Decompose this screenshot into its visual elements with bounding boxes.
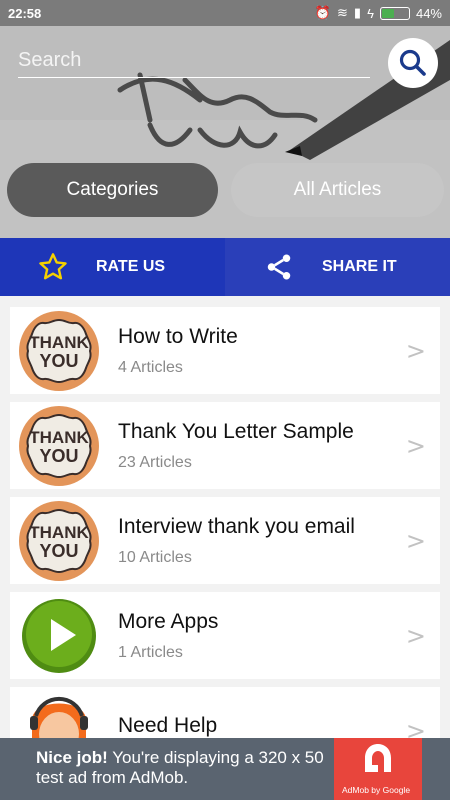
list-item-count: 1 Articles: [118, 643, 183, 661]
charging-icon: ϟ: [367, 5, 374, 21]
search-icon: [399, 49, 426, 76]
list-item-title: More Apps: [118, 609, 219, 633]
chevron-right-icon: >: [405, 337, 426, 365]
admob-logo: AdMob by Google: [334, 738, 422, 800]
chevron-right-icon: >: [405, 622, 426, 650]
list-item-count: 4 Articles: [118, 358, 183, 376]
search-input[interactable]: [18, 44, 370, 76]
rate-us-label: RATE US: [96, 258, 166, 275]
list-item-title: Thank You Letter Sample: [118, 419, 354, 443]
alarm-icon: ⏰: [314, 5, 332, 20]
ad-headline: Nice job!: [36, 748, 108, 767]
thank-you-badge-icon: THANK YOU: [16, 308, 102, 394]
action-bar: RATE US SHARE IT: [0, 238, 450, 296]
signal-icon: ▮: [353, 5, 362, 20]
search-field[interactable]: [18, 44, 370, 78]
battery-percent: 44%: [415, 5, 442, 21]
star-icon: [36, 250, 70, 284]
tab-categories[interactable]: Categories: [7, 163, 218, 217]
list-item-more-apps[interactable]: More Apps 1 Articles >: [10, 592, 440, 679]
header-hero: 22:58 ⏰ ≋ ▮ ϟ 44% Categories All Article…: [0, 0, 450, 238]
list-item-count: 10 Articles: [118, 548, 192, 566]
rate-us-button[interactable]: RATE US: [0, 238, 225, 296]
list-item-how-to-write[interactable]: THANK YOU How to Write 4 Articles >: [10, 307, 440, 394]
list-item-title: How to Write: [118, 324, 238, 348]
battery-icon: [379, 6, 410, 20]
thank-you-badge-icon: THANK YOU: [16, 403, 102, 489]
admob-credit: AdMob by Google: [342, 785, 411, 795]
wifi-icon: ≋: [337, 5, 348, 20]
thumb-text-line-2: YOU: [39, 351, 78, 371]
ad-text: Nice job! You're displaying a 320 x 50 t…: [0, 738, 334, 800]
list-item-title: Interview thank you email: [118, 514, 355, 538]
thumb-text-line-1: THANK: [29, 523, 89, 542]
thumb-text-line-2: YOU: [39, 541, 78, 561]
thumb-text-line-1: THANK: [29, 333, 89, 352]
status-time: 22:58: [8, 5, 42, 21]
list-item-thank-you-letter-sample[interactable]: THANK YOU Thank You Letter Sample 23 Art…: [10, 402, 440, 489]
list-item-title: Need Help: [118, 713, 218, 737]
category-list: THANK YOU How to Write 4 Articles > THAN…: [10, 307, 440, 782]
play-button-icon: [16, 593, 102, 679]
chevron-right-icon: >: [405, 432, 426, 460]
tab-all-articles[interactable]: All Articles: [231, 163, 444, 217]
share-it-label: SHARE IT: [322, 258, 397, 275]
list-item-interview-thank-you-email[interactable]: THANK YOU Interview thank you email 10 A…: [10, 497, 440, 584]
thank-you-badge-icon: THANK YOU: [16, 498, 102, 584]
admob-icon: [365, 744, 391, 772]
chevron-right-icon: >: [405, 527, 426, 555]
list-item-count: 23 Articles: [118, 453, 192, 471]
search-button[interactable]: [388, 38, 438, 88]
thumb-text-line-2: YOU: [39, 446, 78, 466]
share-icon: [262, 250, 296, 284]
thumb-text-line-1: THANK: [29, 428, 89, 447]
status-bar: 22:58 ⏰ ≋ ▮ ϟ 44%: [0, 0, 450, 26]
admob-banner[interactable]: Nice job! You're displaying a 320 x 50 t…: [0, 738, 450, 800]
